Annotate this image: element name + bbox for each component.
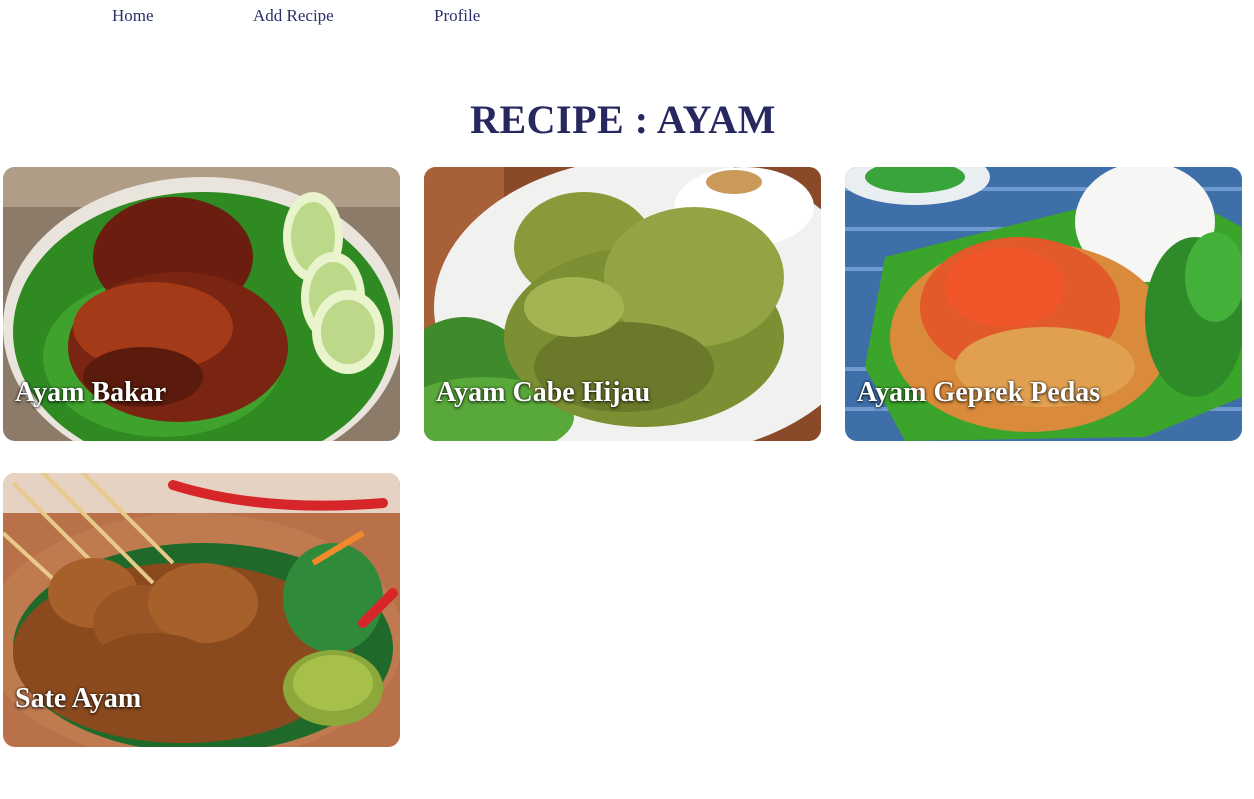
- recipe-card-ayam-cabe-hijau[interactable]: Ayam Cabe Hijau: [424, 167, 821, 441]
- recipe-name: Sate Ayam: [15, 683, 142, 714]
- nav-home-link[interactable]: Home: [112, 6, 154, 26]
- recipe-name: Ayam Geprek Pedas: [857, 377, 1101, 408]
- recipe-card-ayam-bakar[interactable]: Ayam Bakar: [3, 167, 400, 441]
- recipe-name: Ayam Cabe Hijau: [436, 377, 651, 408]
- recipe-name: Ayam Bakar: [15, 377, 167, 408]
- top-nav: Home Add Recipe Profile: [0, 6, 1254, 28]
- page-title: RECIPE : AYAM: [470, 97, 776, 142]
- recipe-card-sate-ayam[interactable]: Sate Ayam: [3, 473, 400, 747]
- recipe-card-ayam-geprek-pedas[interactable]: Ayam Geprek Pedas: [845, 167, 1242, 441]
- nav-add-recipe-link[interactable]: Add Recipe: [253, 6, 334, 26]
- nav-profile-link[interactable]: Profile: [434, 6, 480, 26]
